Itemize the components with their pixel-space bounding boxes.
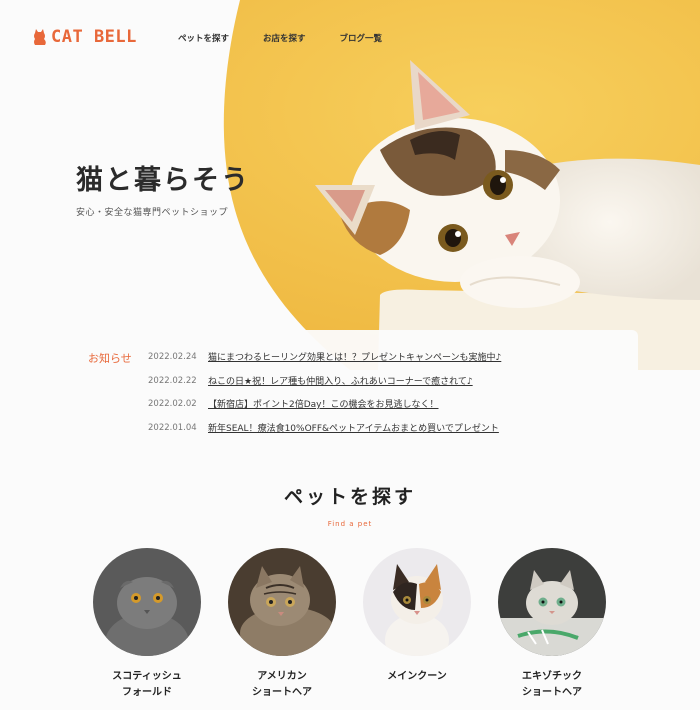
american-shorthair-photo <box>228 548 336 656</box>
news-list: 2022.02.24 猫にまつわるヒーリング効果とは！？プレゼントキャンペーンも… <box>148 350 501 444</box>
breed-name-line: アメリカン <box>257 671 307 682</box>
news-item: 2022.02.02 【新宿店】ポイント2倍Day！この機会をお見逃しなく！ <box>148 397 501 421</box>
news-date: 2022.02.24 <box>148 352 197 362</box>
news-link[interactable]: ねこの日★祝！レア種も仲間入り、ふれあいコーナーで癒されて♪ <box>208 374 473 387</box>
maine-coon-photo <box>363 548 471 656</box>
breed-name: メインクーン <box>357 669 477 685</box>
breed-name-line: エキゾチック <box>522 671 582 682</box>
nav-blog-list[interactable]: ブログ一覧 <box>340 32 383 44</box>
breed-name-line: ショートヘア <box>522 687 582 698</box>
breed-card-exotic-shorthair[interactable]: エキゾチック ショートヘア <box>492 548 612 701</box>
breed-name-line: メインクーン <box>387 671 447 682</box>
logo[interactable]: CAT BELL <box>32 27 137 47</box>
breed-name: アメリカン ショートヘア <box>222 669 342 701</box>
news-link[interactable]: 新年SEAL！療法食10%OFF&ペットアイテムおまとめ買いでプレゼント <box>208 421 499 434</box>
news-date: 2022.02.22 <box>148 375 197 386</box>
site-header: CAT BELL ペットを探す お店を探す ブログ一覧 <box>0 0 700 80</box>
news-item: 2022.01.04 新年SEAL！療法食10%OFF&ペットアイテムおまとめ買… <box>148 421 501 445</box>
find-pet-subtitle: Find a pet <box>327 520 373 528</box>
hero-copy: 猫と暮らそう 安心・安全な猫専門ペットショップ <box>76 158 250 218</box>
news-label: お知らせ <box>88 352 132 365</box>
hero-subtitle: 安心・安全な猫専門ペットショップ <box>76 208 229 218</box>
breed-card-scottish-fold[interactable]: スコティッシュ フォールド <box>87 548 207 701</box>
breed-name: エキゾチック ショートヘア <box>492 669 612 701</box>
find-pet-title: ペットを探す <box>283 486 416 508</box>
brand-name: CAT BELL <box>51 27 137 47</box>
cat-bell-logo-icon <box>34 29 46 45</box>
news-link[interactable]: 猫にまつわるヒーリング効果とは！？プレゼントキャンペーンも実施中♪ <box>208 350 501 363</box>
news-item: 2022.02.22 ねこの日★祝！レア種も仲間入り、ふれあいコーナーで癒されて… <box>148 374 501 398</box>
main-nav: ペットを探す お店を探す ブログ一覧 <box>178 32 382 44</box>
exotic-shorthair-photo <box>498 548 606 656</box>
breed-name-line: スコティッシュ <box>112 671 182 682</box>
breed-name-line: ショートヘア <box>252 687 312 698</box>
news-link[interactable]: 【新宿店】ポイント2倍Day！この機会をお見逃しなく！ <box>208 397 439 410</box>
nav-find-pet[interactable]: ペットを探す <box>178 32 229 44</box>
nav-find-store[interactable]: お店を探す <box>263 32 306 44</box>
news-item: 2022.02.24 猫にまつわるヒーリング効果とは！？プレゼントキャンペーンも… <box>148 350 501 374</box>
news-date: 2022.01.04 <box>148 422 197 433</box>
breed-card-american-shorthair[interactable]: アメリカン ショートヘア <box>222 548 342 701</box>
news-date: 2022.02.02 <box>148 399 197 409</box>
breed-name: スコティッシュ フォールド <box>87 669 207 701</box>
breed-name-line: フォールド <box>122 687 172 698</box>
scottish-fold-photo <box>93 548 201 656</box>
breed-card-maine-coon[interactable]: メインクーン <box>357 548 477 685</box>
hero-title: 猫と暮らそう <box>76 165 250 196</box>
news-section: お知らせ 2022.02.24 猫にまつわるヒーリング効果とは！？プレゼントキャ… <box>62 330 638 440</box>
